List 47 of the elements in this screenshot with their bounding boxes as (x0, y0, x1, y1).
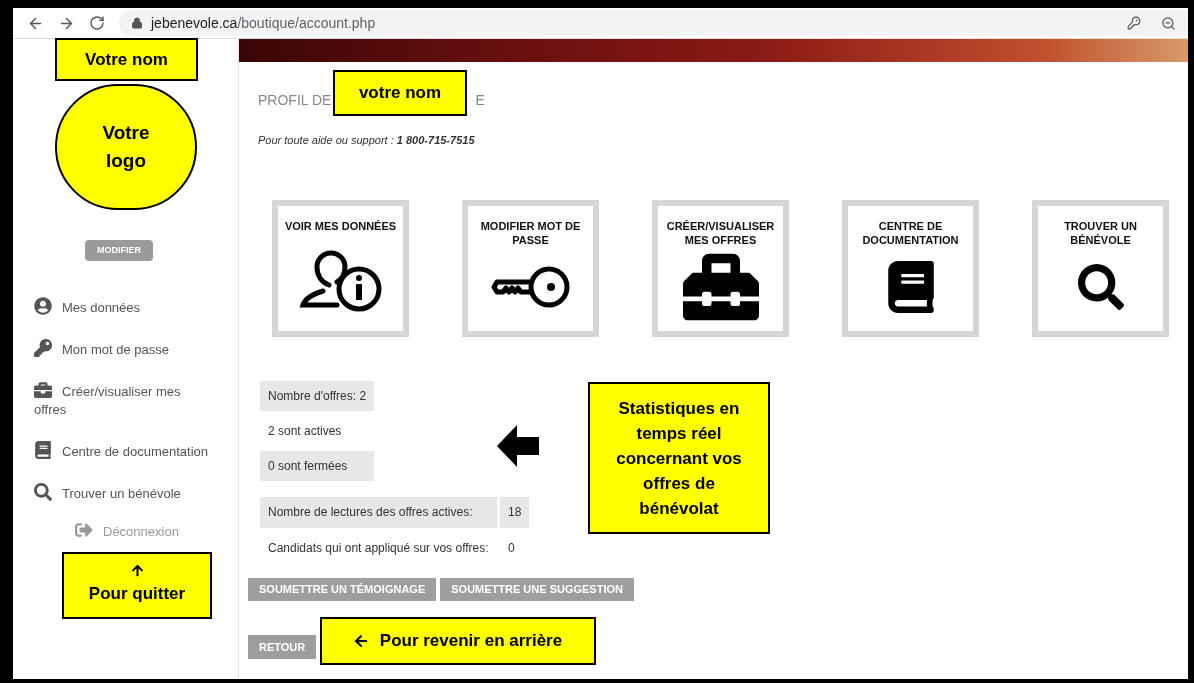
stat-value: 0 (507, 540, 516, 557)
url-text: jebenevole.ca/boutique/account.php (151, 13, 376, 33)
sidebar-link[interactable]: Mon mot de passe (34, 339, 210, 359)
search-icon (34, 483, 52, 501)
stat-label: Nombre d'offres: 2 (260, 380, 375, 411)
tile-label: TROUVER UN BÉNÉVOLE (1063, 218, 1138, 247)
sidebar-link[interactable]: Mes données (34, 297, 210, 317)
address-bar[interactable]: jebenevole.ca/boutique/account.php (119, 10, 1188, 36)
callout-text: votre nom (358, 82, 442, 105)
reload-icon[interactable] (89, 15, 105, 31)
arrow-left-icon (497, 425, 539, 467)
page-title: PROFIL DE (258, 91, 332, 110)
book-icon (34, 441, 52, 459)
support-text: Pour toute aide ou support : 1 800-715-7515 (257, 133, 476, 148)
stat-label: 2 sont actives (267, 422, 343, 440)
arrow-up-icon (130, 564, 144, 578)
stat-label: 0 sont fermées (260, 450, 374, 481)
key-icon (34, 339, 52, 357)
menu-tile[interactable]: CRÉER/VISUALISER MES OFFRES (652, 199, 789, 337)
menu-tile[interactable]: MODIFIER MOT DE PASSE (462, 199, 599, 337)
logout-icon (75, 521, 93, 539)
stat-label: Nombre de lectures des offres actives: (260, 496, 497, 528)
stat-label: Candidats qui ont appliqué sur vos offres: (267, 540, 490, 557)
callout-text: Votre nom (85, 48, 168, 71)
callout-text: Pour quitter (88, 583, 186, 606)
briefcase-icon (34, 381, 52, 399)
sidebar-link[interactable]: Trouver un bénévole (34, 483, 210, 503)
sidebar-link[interactable]: Centre de documentation (34, 441, 210, 461)
page-title: E (475, 91, 485, 110)
menu-tile[interactable]: CENTRE DE DOCUMENTATION (842, 199, 979, 337)
user-icon (34, 297, 52, 315)
zoom-icon[interactable] (1161, 15, 1176, 31)
key-icon[interactable] (1127, 16, 1141, 30)
tile-label: CENTRE DE DOCUMENTATION (861, 218, 960, 247)
stat-value: 18 (500, 496, 530, 528)
tile-label: VOIR MES DONNÉES (284, 218, 397, 233)
menu-tile[interactable]: TROUVER UN BÉNÉVOLE (1032, 199, 1169, 337)
tile-label: CRÉER/VISUALISER MES OFFRES (665, 218, 776, 247)
menu-tile[interactable]: VOIR MES DONNÉES (272, 199, 409, 337)
search-icon (1077, 263, 1124, 310)
arrow-left-icon (353, 634, 368, 648)
sidebar-link[interactable]: Créer/visualiser mes offres (34, 381, 210, 419)
callout-text: Statistiques en temps réel concernant vos offres de bénévolat (615, 397, 743, 520)
logo-text: Votre logo (101, 121, 151, 173)
tile-label: MODIFIER MOT DE PASSE (479, 218, 582, 247)
callout-text: Pour revenir en arrière (379, 630, 563, 653)
lock-icon (131, 17, 143, 29)
